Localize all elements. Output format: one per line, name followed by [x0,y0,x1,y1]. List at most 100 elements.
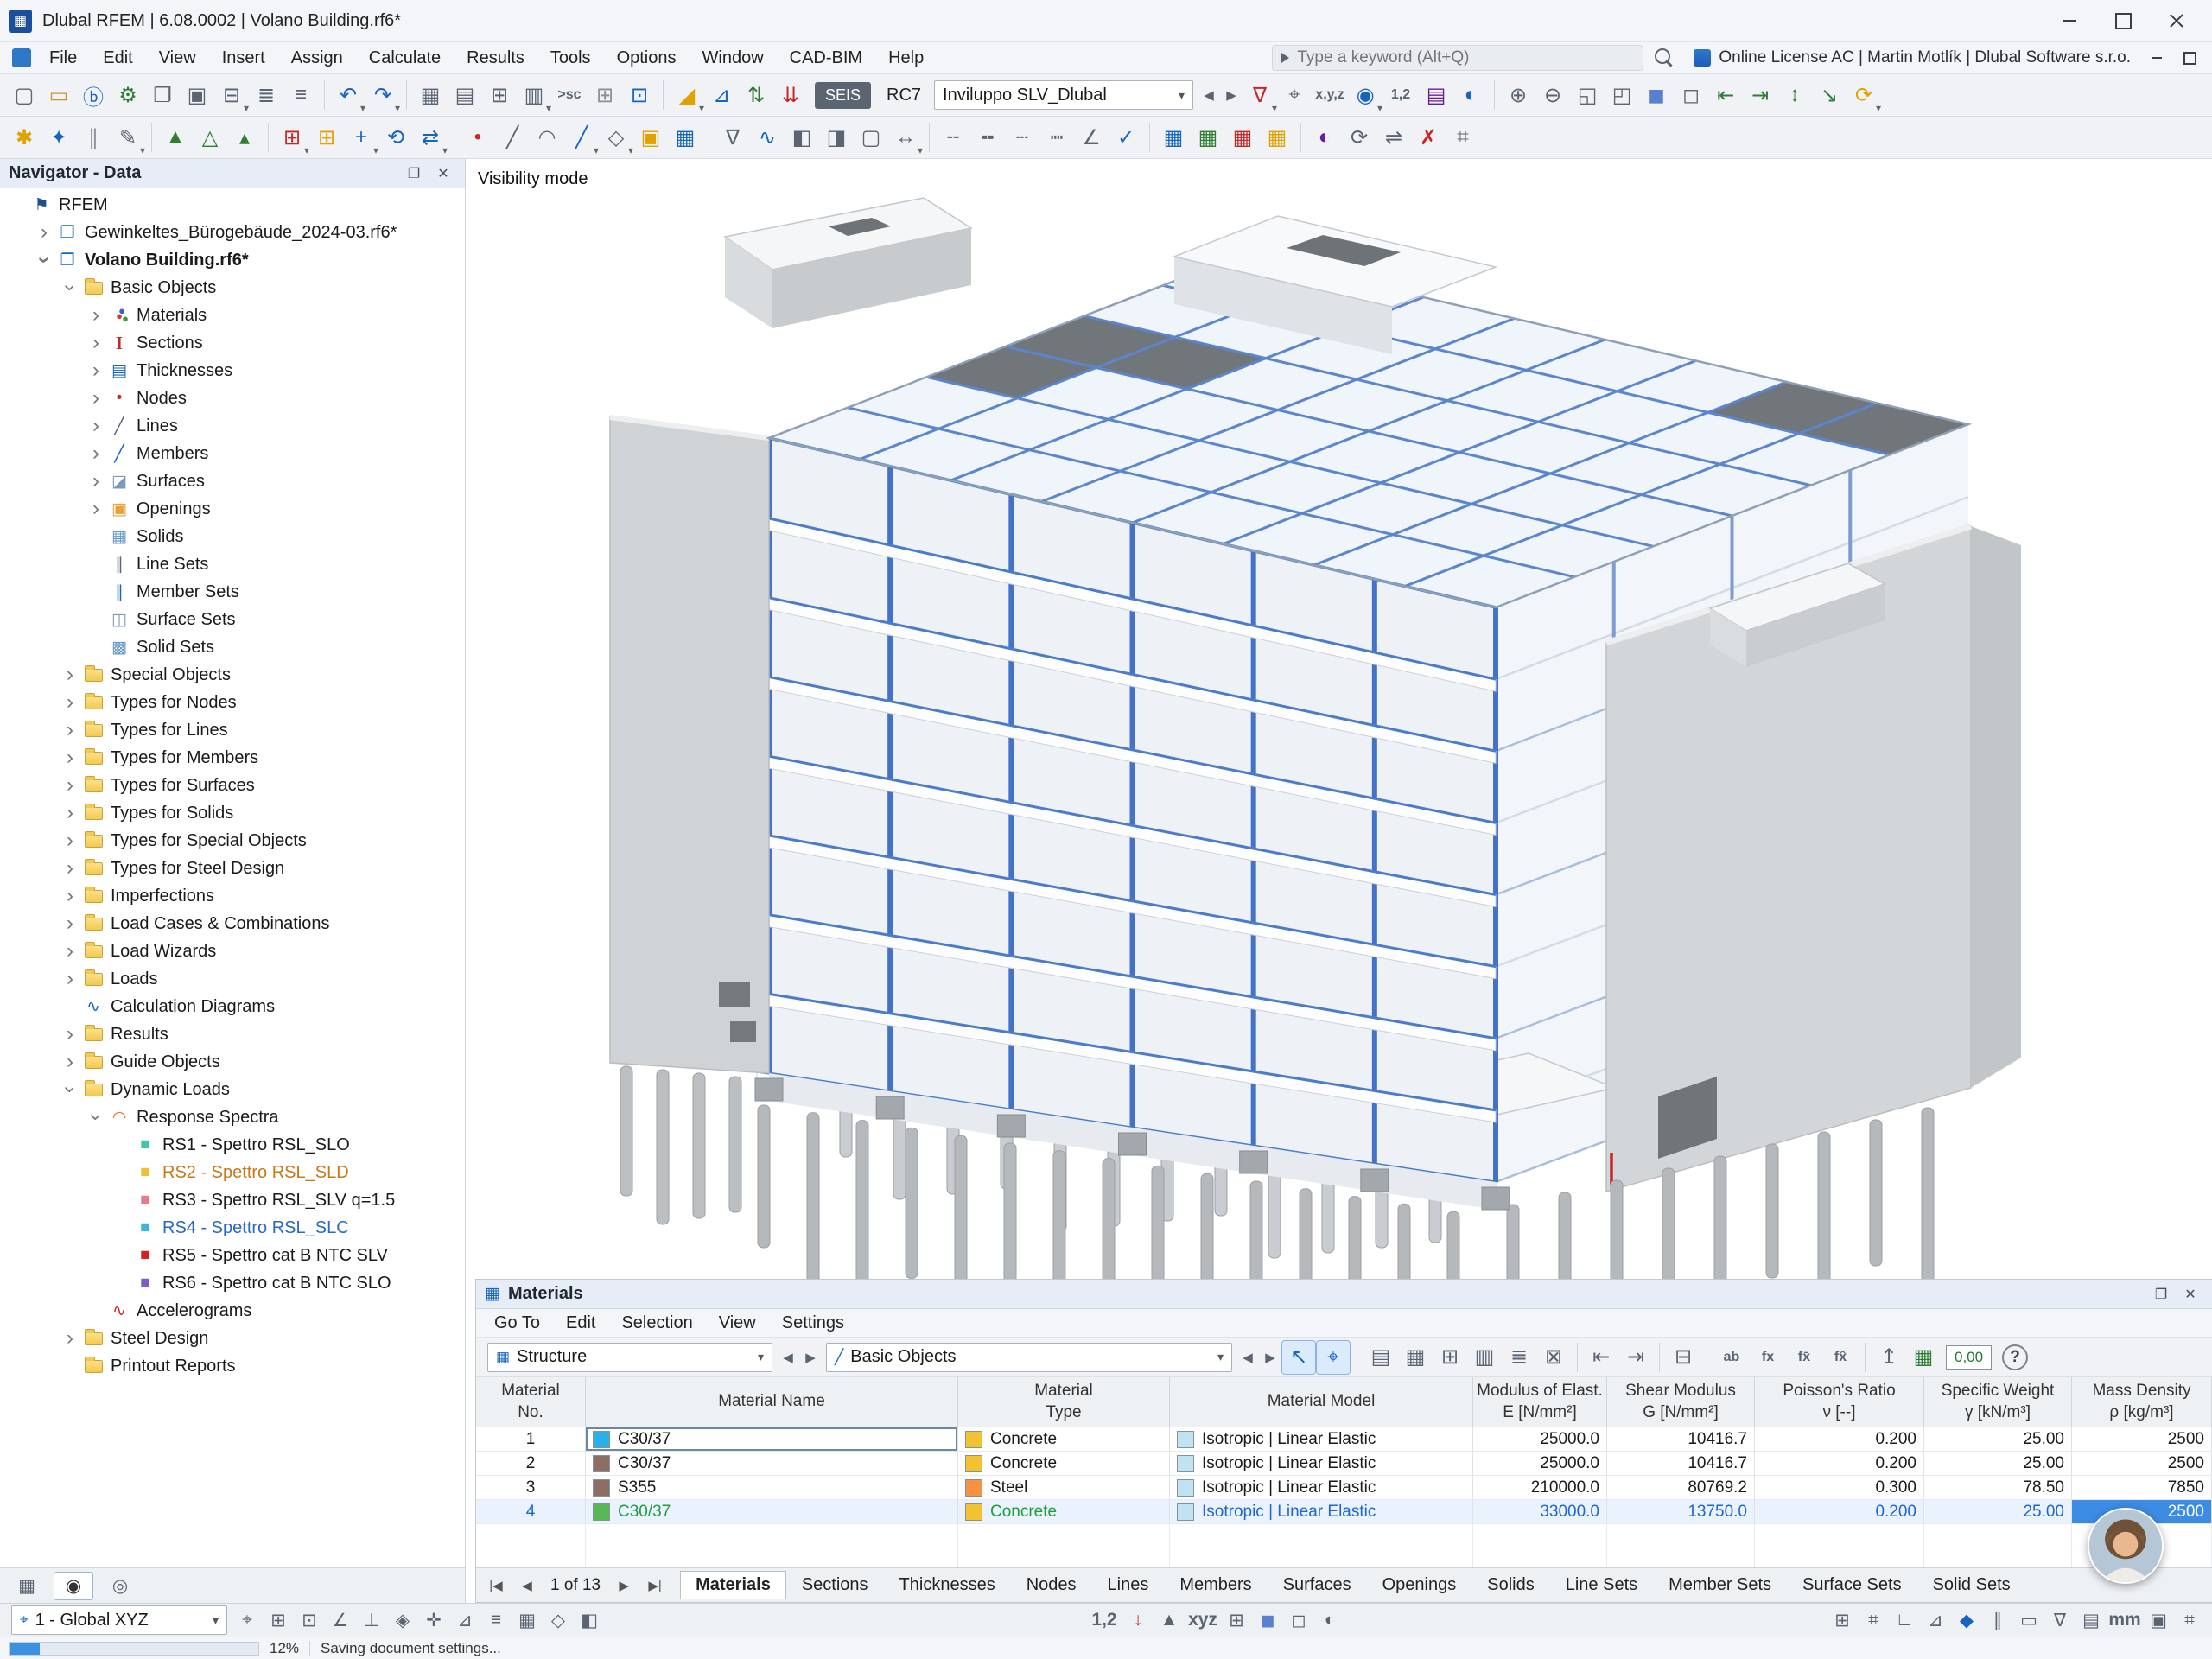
cell-poissons-ratio[interactable]: 0.300 [1755,1476,1924,1500]
work-plane-icon[interactable]: ◧ [785,120,819,155]
cell-material-name[interactable]: C30/37 [586,1452,958,1476]
table-tab-lines[interactable]: Lines [1092,1571,1165,1599]
column-header-material[interactable]: Material Type [958,1377,1170,1427]
loop-icon[interactable]: ⟳ [1342,120,1376,155]
table-layout-1-icon[interactable]: ▦ [413,78,448,112]
menu-item-calculate[interactable]: Calculate [356,43,454,73]
column-header-shear-modulus[interactable]: Shear Modulus G [N/mm²] [1607,1377,1755,1427]
input-mode-icon[interactable]: ⌗ [2174,1606,2205,1634]
cell-shear-modulus[interactable]: 10416.7 [1607,1427,1755,1452]
cell-poissons-ratio[interactable]: 0.200 [1755,1427,1924,1452]
guidelines-status-icon[interactable]: ∥ [1982,1606,2013,1634]
fit-height-icon[interactable]: ↕ [1777,78,1812,112]
tree-item-rs2-spettro-rsl-sld[interactable]: ■ RS2 - Spettro RSL_SLD [0,1159,465,1186]
new-objects-icon[interactable]: ◢ ▾ [670,78,704,115]
model-viewport[interactable]: Visibility mode ▦ Materials ❐ ✕ Go To Edit… [466,159,2212,1603]
table-tab-nodes[interactable]: Nodes [1011,1571,1092,1599]
tree-item-types-for-lines[interactable]: › Types for Lines [0,716,465,744]
filter-loads-icon[interactable]: ∇ ▾ [1243,78,1277,115]
rename-cells-icon[interactable]: ab [1713,1340,1750,1375]
table-green-icon[interactable]: ▦ [1191,120,1225,155]
zoom-out-icon[interactable]: ⊖ [1535,78,1570,112]
new-line-icon[interactable]: ╱ [495,120,530,155]
combo-next-icon[interactable]: ▶ [799,1340,822,1375]
tree-item-dynamic-loads[interactable]: › Dynamic Loads [0,1076,465,1103]
tree-item-types-for-nodes[interactable]: › Types for Nodes [0,689,465,716]
tree-item-rfem[interactable]: ⚑ RFEM [0,191,465,219]
cell-modulus-of-elasticity[interactable]: 33000.0 [1473,1500,1607,1524]
object-snap-toggle-icon[interactable]: ◇ [543,1606,574,1634]
snap-perpendicular-icon[interactable]: ⊥ [356,1606,387,1634]
dxf-layer-icon[interactable]: ▭ [2013,1606,2044,1634]
menu-item-view[interactable]: View [146,43,209,73]
float-panel-icon[interactable]: ❐ [2148,1283,2174,1306]
chevron-right-icon[interactable]: › [85,305,107,326]
tree-item-rs3-spettro-rsl-slv-q-1-5[interactable]: ■ RS3 - Spettro RSL_SLV q=1.5 [0,1186,465,1214]
license-info[interactable]: Online License AC | Martin Motlík | Dlub… [1694,48,2131,67]
tree-item-volano-building-rf6[interactable]: › ❐ Volano Building.rf6* [0,246,465,274]
chevron-right-icon[interactable]: › [59,1024,81,1045]
table-tab-member-sets[interactable]: Member Sets [1653,1571,1787,1599]
combo-prev-icon[interactable]: ◀ [1198,78,1220,112]
new-member-icon[interactable]: ╱ ▾ [564,120,599,157]
cell-poissons-ratio[interactable]: 0.200 [1755,1500,1924,1524]
materials-menu-selection[interactable]: Selection [608,1310,705,1336]
table-blue-icon[interactable]: ▦ [1156,120,1191,155]
chevron-right-icon[interactable]: › [59,1052,81,1072]
tree-item-types-for-members[interactable]: › Types for Members [0,744,465,772]
grid-icon[interactable]: ⊞ [588,78,622,112]
tree-item-surface-sets[interactable]: ◫ Surface Sets [0,606,465,633]
render-solid-icon[interactable]: ◼ [1639,78,1674,112]
zoom-in-icon[interactable]: ⊕ [1501,78,1535,112]
tree-item-types-for-solids[interactable]: › Types for Solids [0,799,465,827]
window-minimize-button[interactable] [2043,3,2096,39]
table-tab-surfaces[interactable]: Surfaces [1268,1571,1367,1599]
import-table-icon[interactable]: ⇤ [1584,1340,1618,1375]
tree-item-nodes[interactable]: › • Nodes [0,385,465,412]
show-grid-icon[interactable]: ⊞ [1221,1606,1252,1634]
cell-material-name[interactable]: C30/37 [586,1500,958,1524]
navigator-tab-display[interactable]: ◉ [54,1571,93,1600]
cell-material-type[interactable]: Concrete [958,1427,1170,1452]
redo-icon[interactable]: ↷ ▾ [365,78,400,115]
show-numbering-icon[interactable]: 1,2 [1086,1606,1122,1634]
new-node-icon[interactable]: • [461,120,495,155]
tree-item-loads[interactable]: › Loads [0,965,465,993]
column-header-material-name[interactable]: Material Name [586,1377,958,1427]
tree-item-basic-objects[interactable]: › Basic Objects [0,274,465,302]
tree-item-rs6-spettro-cat-b-ntc-slo[interactable]: ■ RS6 - Spettro cat B NTC SLO [0,1269,465,1297]
new-arc-icon[interactable]: ◠ [530,120,564,155]
snap-star-icon[interactable]: ✱ [7,120,41,155]
cell-material-model[interactable]: Isotropic | Linear Elastic [1170,1427,1473,1452]
cell-material-name[interactable]: S355 [586,1476,958,1500]
ortho-toggle-icon[interactable]: ∟ [1889,1606,1920,1634]
regenerate-icon[interactable]: ⇊ [773,78,808,112]
sync-selection-icon[interactable]: ↖ [1281,1339,1316,1375]
structure-plan-icon[interactable]: ⊿ [704,78,739,112]
tree-item-types-for-special-objects[interactable]: › Types for Special Objects [0,827,465,855]
tree-item-rs4-spettro-rsl-slc[interactable]: ■ RS4 - Spettro RSL_SLC [0,1214,465,1242]
mirror-icon[interactable]: ⇄ ▾ [413,120,448,157]
cell-poissons-ratio[interactable]: 0.200 [1755,1452,1924,1476]
show-supports-icon[interactable]: ▲ [1154,1606,1185,1634]
export-table-icon[interactable]: ⇥ [1618,1340,1653,1375]
numbering-icon[interactable]: 1,2 [1382,78,1419,112]
snap-tangent-icon[interactable]: ⊿ [449,1606,480,1634]
table-export-grid-icon[interactable]: ⊠ [1536,1340,1571,1375]
materials-menu-go-to[interactable]: Go To [481,1310,553,1336]
table-layout-2-icon[interactable]: ▤ [448,78,482,112]
menu-item-window[interactable]: Window [690,43,777,73]
seis-toggle[interactable]: SEIS [815,81,872,109]
undo-icon[interactable]: ↶ ▾ [331,78,365,115]
chevron-right-icon[interactable]: › [59,747,81,768]
document-restore-button[interactable] [2174,46,2205,70]
material-row-1[interactable]: 1 C30/37 Concrete Isotropic | Linear Elasti… [476,1427,2212,1452]
menu-item-file[interactable]: File [36,43,90,73]
column-header-modulus-of-elast[interactable]: Modulus of Elast. E [N/mm²] [1473,1377,1607,1427]
show-wireframe-icon[interactable]: ◻ [1283,1606,1314,1634]
tree-item-solids[interactable]: ▦ Solids [0,523,465,550]
chevron-right-icon[interactable]: › [85,388,107,409]
box-select-icon[interactable]: ▢ [854,120,888,155]
next-page-button[interactable]: ▶ [609,1573,639,1598]
cell-material-no[interactable]: 3 [476,1476,586,1500]
